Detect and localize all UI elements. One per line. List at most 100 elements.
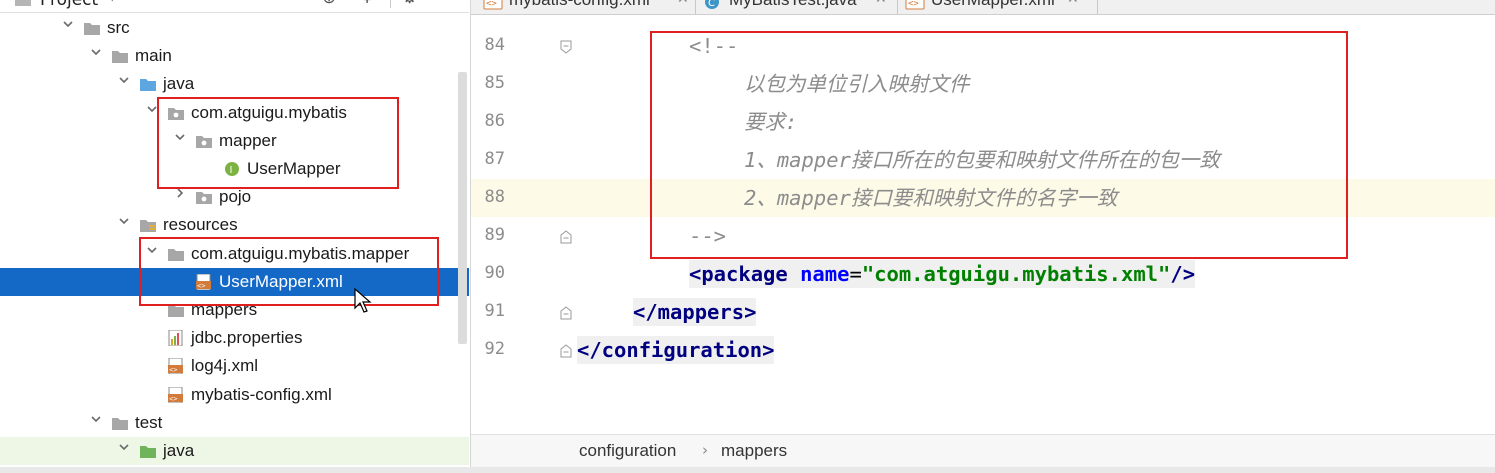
tree-item-label: mybatis-config.xml <box>191 384 332 404</box>
fold-marker-icon[interactable] <box>560 39 572 54</box>
breadcrumb-item-configuration[interactable]: configuration <box>579 441 676 461</box>
breadcrumb-item-mappers[interactable]: mappers <box>721 441 787 461</box>
tab-label: UserMapper.xml <box>931 0 1055 10</box>
svg-text:<>: <> <box>169 395 177 403</box>
tree-item-mapper[interactable]: mapper <box>0 127 469 155</box>
chevron-down-icon[interactable] <box>89 45 103 59</box>
source-folder-icon <box>139 76 157 92</box>
editor-tab-bar: <> mybatis-config.xml ✕ C MyBatisTest.ja… <box>471 0 1495 15</box>
tree-item-src[interactable]: src <box>0 14 469 42</box>
svg-text:<>: <> <box>486 0 497 9</box>
tab-close-icon[interactable]: ✕ <box>677 0 689 7</box>
code-text: --> <box>689 224 727 248</box>
tree-item-usermapper[interactable]: I UserMapper <box>0 155 469 183</box>
tree-item-label: log4j.xml <box>191 356 259 376</box>
tree-item-log4j-xml[interactable]: <> log4j.xml <box>0 352 469 380</box>
tree-item-test[interactable]: test <box>0 409 469 437</box>
chevron-down-icon[interactable] <box>117 214 131 228</box>
code-line[interactable]: 86 要求: <box>471 103 1495 141</box>
tree-item-pojo[interactable]: pojo <box>0 183 469 211</box>
svg-text:I: I <box>230 165 233 176</box>
chevron-down-icon[interactable] <box>173 130 187 144</box>
tree-item-resources[interactable]: resources <box>0 211 469 239</box>
tree-item-label: mapper <box>219 130 277 150</box>
tab-close-icon[interactable]: ✕ <box>1067 0 1079 7</box>
xml-attribute: name <box>800 262 850 286</box>
mouse-cursor-icon <box>354 287 372 314</box>
code-line-current[interactable]: 88 2、mapper接口要和映射文件的名字一致 <box>471 179 1495 217</box>
code-line[interactable]: 85 以包为单位引入映射文件 <box>471 65 1495 103</box>
tree-item-mybatis-config-xml[interactable]: <> mybatis-config.xml <box>0 381 469 409</box>
code-line[interactable]: 92 </configuration> <box>471 331 1495 369</box>
folder-icon <box>167 246 185 262</box>
project-panel-title[interactable]: Project <box>40 0 98 10</box>
line-number: 87 <box>484 149 505 169</box>
chevron-right-icon[interactable] <box>173 186 187 200</box>
tab-user-mapper-xml[interactable]: <> UserMapper.xml ✕ <box>905 0 1085 14</box>
chevron-down-icon[interactable] <box>145 102 159 116</box>
status-bar-edge <box>0 467 1495 473</box>
svg-text:<>: <> <box>197 282 205 290</box>
tree-item-label: jdbc.properties <box>191 328 303 348</box>
line-number: 85 <box>484 73 505 93</box>
test-source-folder-icon <box>139 443 157 459</box>
chevron-down-icon[interactable] <box>117 440 131 454</box>
code-line[interactable]: 90 <package name="com.atguigu.mybatis.xm… <box>471 255 1495 293</box>
tree-item-label: com.atguigu.mybatis.mapper <box>191 243 410 263</box>
tree-item-label: pojo <box>219 187 252 207</box>
code-line[interactable]: 89 --> <box>471 217 1495 255</box>
chevron-down-icon[interactable] <box>117 73 131 87</box>
tab-mybatis-config[interactable]: <> mybatis-config.xml ✕ <box>483 0 693 14</box>
xml-equals: = <box>849 262 862 286</box>
xml-file-icon: <> <box>167 358 185 375</box>
tree-item-main[interactable]: main <box>0 42 469 70</box>
line-number: 86 <box>484 111 505 131</box>
view-selector-chevron-icon[interactable]: ▼ <box>108 0 116 3</box>
tab-label: mybatis-config.xml <box>509 0 650 10</box>
collapse-all-icon[interactable]: ⇞ <box>360 0 374 8</box>
project-tool-window: Project ▼ ⊕ ⇞ ⚙ srcmain java com.atguigu.m… <box>0 0 469 473</box>
line-number: 91 <box>484 301 505 321</box>
xml-attribute-value: "com.atguigu.mybatis.xml" <box>861 262 1171 286</box>
code-line[interactable]: 91 </mappers> <box>471 293 1495 331</box>
tab-separator <box>695 0 696 14</box>
tab-close-icon[interactable]: ✕ <box>875 0 887 7</box>
chevron-down-icon[interactable] <box>61 17 75 31</box>
tree-item-label: UserMapper <box>247 159 341 178</box>
tree-item-com-atguigu-mybatis[interactable]: com.atguigu.mybatis <box>0 99 469 127</box>
interface-icon: I <box>223 161 241 177</box>
tree-item-com-atguigu-mybatis-mapper[interactable]: com.atguigu.mybatis.mapper <box>0 240 469 268</box>
tree-item-label: java <box>163 441 195 460</box>
line-number: 84 <box>484 35 505 55</box>
package-icon <box>195 133 213 149</box>
code-text: </mappers> <box>633 298 757 326</box>
fold-marker-icon[interactable] <box>560 305 572 320</box>
tree-item-jdbc-properties[interactable]: jdbc.properties <box>0 324 469 352</box>
tree-item-usermapper-xml[interactable]: <> UserMapper.xml <box>0 267 469 296</box>
chevron-down-icon[interactable] <box>89 412 103 426</box>
xml-closing-tag: </mappers> <box>633 298 757 326</box>
tree-item-mappers[interactable]: mappers <box>0 296 469 324</box>
xml-file-icon: <> <box>167 386 185 403</box>
settings-gear-icon[interactable]: ⚙ <box>402 0 417 8</box>
svg-text:<>: <> <box>908 0 919 9</box>
fold-marker-icon[interactable] <box>560 343 572 358</box>
line-number: 92 <box>484 339 505 359</box>
tree-item-label: java <box>163 74 195 94</box>
folder-icon <box>111 48 129 64</box>
line-number: 89 <box>484 225 505 245</box>
tree-item-label: resources <box>163 215 238 235</box>
line-number: 90 <box>484 263 505 283</box>
locate-file-icon[interactable]: ⊕ <box>322 0 336 8</box>
tree-item-java[interactable]: java <box>0 437 469 465</box>
tab-mybatis-test[interactable]: C MyBatisTest.java ✕ <box>703 0 893 14</box>
code-line[interactable]: 84 <!-- <box>471 27 1495 65</box>
code-editor: <> mybatis-config.xml ✕ C MyBatisTest.ja… <box>470 0 1495 473</box>
code-text: 1、mapper接口所在的包要和映射文件所在的包一致 <box>744 148 1220 172</box>
chevron-down-icon[interactable] <box>145 243 159 257</box>
tree-item-java[interactable]: java <box>0 70 469 98</box>
code-line[interactable]: 87 1、mapper接口所在的包要和映射文件所在的包一致 <box>471 141 1495 179</box>
tree-scrollbar[interactable] <box>458 72 467 344</box>
fold-marker-icon[interactable] <box>560 229 572 244</box>
svg-text:<>: <> <box>169 366 177 374</box>
